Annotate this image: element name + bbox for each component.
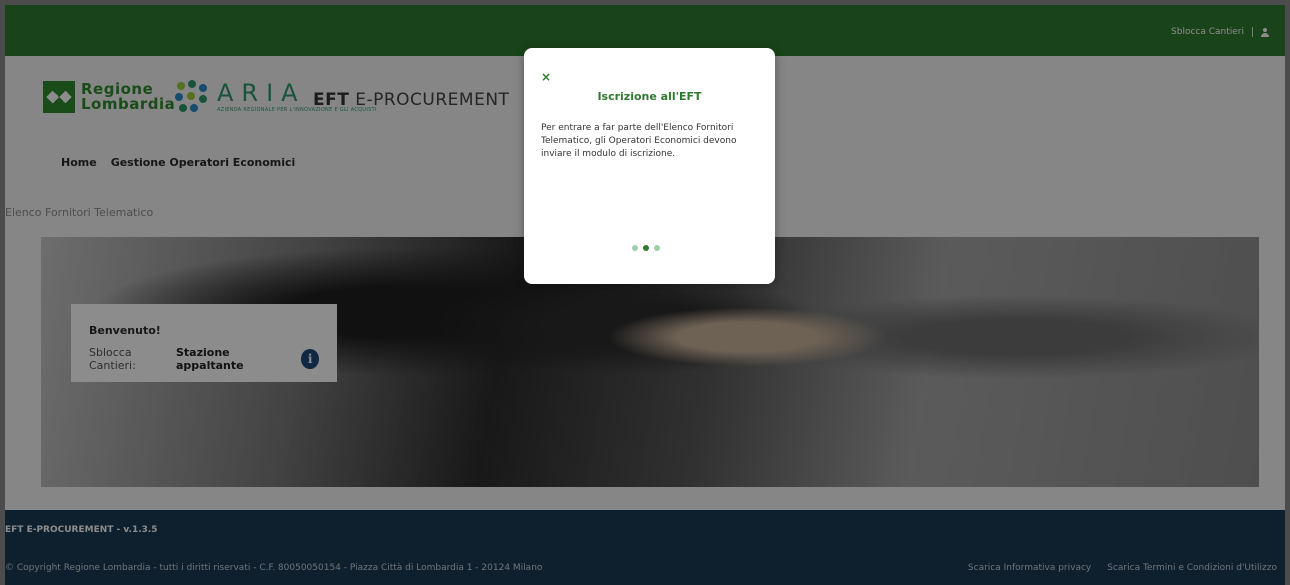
close-icon[interactable]: × [541,71,551,83]
modal-body: Per entrare a far parte dell'Elenco Forn… [541,123,737,159]
pager-dot-3[interactable] [654,245,660,251]
pager-dot-1[interactable] [632,245,638,251]
modal-title: Iscrizione all'EFT [597,90,702,103]
modal-pager [632,245,660,251]
iscrizione-modal: × Iscrizione all'EFT Per entrare a far p… [524,48,775,284]
pager-dot-2[interactable] [643,245,649,251]
